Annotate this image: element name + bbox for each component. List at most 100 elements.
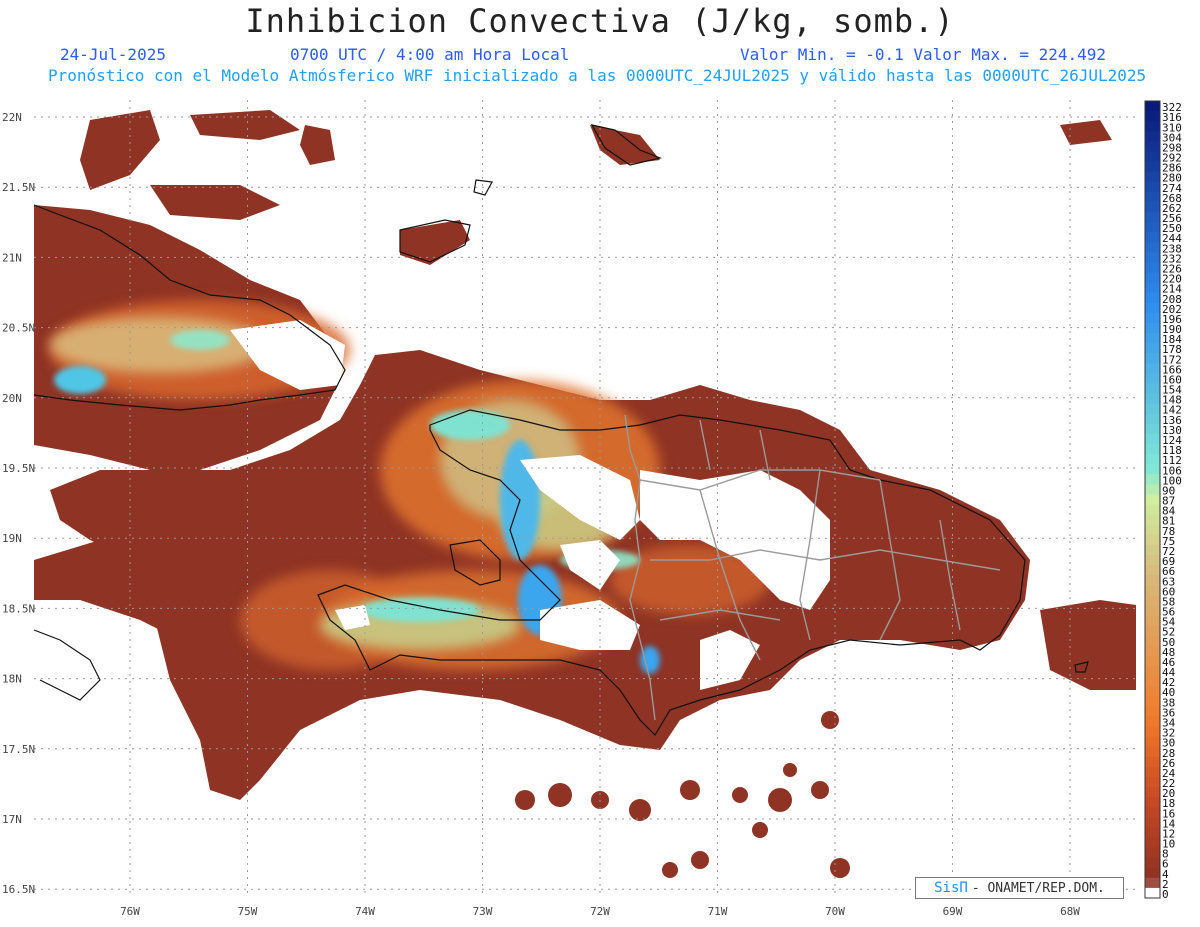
colorbar-swatch [1145, 837, 1160, 849]
colorbar-swatch [1145, 847, 1160, 859]
colorbar-swatch [1145, 312, 1160, 324]
colorbar-swatch [1145, 615, 1160, 627]
latitude-label: 20.5N [2, 322, 35, 335]
colorbar-swatch [1145, 242, 1160, 253]
colorbar-swatch [1145, 433, 1160, 445]
longitude-label: 69W [943, 905, 963, 918]
colorbar-swatch [1145, 484, 1160, 495]
colorbar-swatch [1145, 181, 1160, 193]
longitude-label: 76W [120, 905, 140, 918]
colorbar-swatch [1145, 393, 1160, 405]
sis-logo-text: SisΠ [934, 880, 968, 896]
colorbar-swatch [1145, 857, 1160, 869]
colorbar-swatch [1145, 474, 1160, 485]
colorbar-swatch [1145, 141, 1160, 152]
colorbar-swatch [1145, 595, 1160, 606]
colorbar-swatch [1145, 504, 1160, 516]
latitude-label: 20N [2, 392, 22, 405]
colorbar-swatch [1145, 565, 1160, 576]
colorbar-swatch [1145, 383, 1160, 395]
colorbar-swatch [1145, 353, 1160, 364]
colorbar-swatch [1145, 817, 1160, 828]
latitude-label: 22N [2, 111, 22, 124]
colorbar-swatch [1145, 161, 1160, 173]
colorbar-swatch [1145, 171, 1160, 183]
colorbar-swatch [1145, 423, 1160, 435]
longitude-label: 68W [1060, 905, 1080, 918]
colorbar-swatch [1145, 766, 1160, 778]
colorbar-swatch [1145, 706, 1160, 717]
colorbar-swatch [1145, 302, 1160, 314]
latitude-label: 18N [2, 673, 22, 686]
colorbar-swatch [1145, 464, 1160, 475]
map-canvas: 22N 21.5N 21N 20.5N 20N 19.5N 19N 18.5N 18N 17.5N… [2, 100, 1182, 918]
colorbar-swatch [1145, 575, 1160, 586]
colorbar-swatch [1145, 605, 1160, 617]
colorbar-swatch [1145, 665, 1160, 677]
colorbar-swatch [1145, 524, 1160, 536]
colorbar-swatch [1145, 554, 1160, 566]
colorbar-swatch [1145, 121, 1160, 132]
colorbar-swatch [1145, 655, 1160, 667]
colorbar-swatch [1145, 191, 1160, 203]
latitude-label: 21N [2, 251, 22, 264]
colorbar-swatch [1145, 333, 1160, 344]
latitude-label: 18.5N [2, 602, 35, 615]
latitude-label: 16.5N [2, 883, 35, 896]
colorbar-swatch [1145, 252, 1160, 263]
colorbar-swatch [1145, 635, 1160, 647]
colorbar: 3223163103042982922862802742682622562502… [1144, 100, 1182, 901]
colorbar-swatch [1145, 696, 1160, 707]
colorbar-swatch [1145, 343, 1160, 354]
latitude-label: 17N [2, 813, 22, 826]
latitude-label: 19N [2, 532, 22, 545]
colorbar-swatch [1145, 262, 1160, 274]
colorbar-swatch [1145, 494, 1160, 506]
colorbar-swatch [1145, 222, 1160, 233]
colorbar-swatch [1145, 444, 1160, 455]
colorbar-swatch [1145, 686, 1160, 697]
colorbar-swatch [1145, 403, 1160, 415]
colorbar-swatch [1145, 726, 1160, 738]
colorbar-swatch [1145, 746, 1160, 758]
colorbar-swatch [1145, 625, 1160, 637]
longitude-label: 72W [590, 905, 610, 918]
colorbar-swatch [1145, 101, 1160, 112]
longitude-labels: 76W 75W 74W 73W 72W 71W 70W 69W 68W [120, 905, 1080, 918]
colorbar-label: 0 [1162, 888, 1169, 901]
colorbar-swatch [1145, 807, 1160, 818]
colorbar-swatch [1145, 514, 1160, 526]
colorbar-swatch [1145, 867, 1160, 879]
colorbar-swatch [1145, 887, 1160, 899]
colorbar-swatch [1145, 201, 1160, 213]
latitude-label: 19.5N [2, 462, 35, 475]
colorbar-swatch [1145, 676, 1160, 687]
colorbar-swatch [1145, 272, 1160, 284]
colorbar-swatch [1145, 211, 1160, 223]
latitude-label: 21.5N [2, 181, 35, 194]
colorbar-swatch [1145, 151, 1160, 163]
colorbar-swatch [1145, 776, 1160, 788]
colorbar-swatch [1145, 716, 1160, 727]
longitude-label: 75W [238, 905, 258, 918]
colorbar-swatch [1145, 544, 1160, 556]
colorbar-swatch [1145, 827, 1160, 838]
longitude-label: 74W [355, 905, 375, 918]
longitude-label: 73W [473, 905, 493, 918]
colorbar-swatch [1145, 585, 1160, 596]
colorbar-swatch [1145, 111, 1160, 122]
colorbar-swatch [1145, 413, 1160, 425]
colorbar-swatch [1145, 534, 1160, 546]
colorbar-swatch [1145, 292, 1160, 304]
latitude-labels: 22N 21.5N 21N 20.5N 20N 19.5N 19N 18.5N 18N 17.5N… [2, 111, 35, 896]
longitude-label: 70W [825, 905, 845, 918]
credit-box: SisΠ - ONAMET/REP.DOM. [915, 877, 1124, 899]
longitude-label: 71W [708, 905, 728, 918]
colorbar-swatch [1145, 787, 1160, 798]
colorbar-swatch [1145, 736, 1160, 748]
colorbar-swatch [1145, 797, 1160, 808]
colorbar-swatch [1145, 131, 1160, 142]
colorbar-swatch [1145, 232, 1160, 243]
colorbar-swatch [1145, 322, 1160, 334]
colorbar-swatch [1145, 756, 1160, 768]
